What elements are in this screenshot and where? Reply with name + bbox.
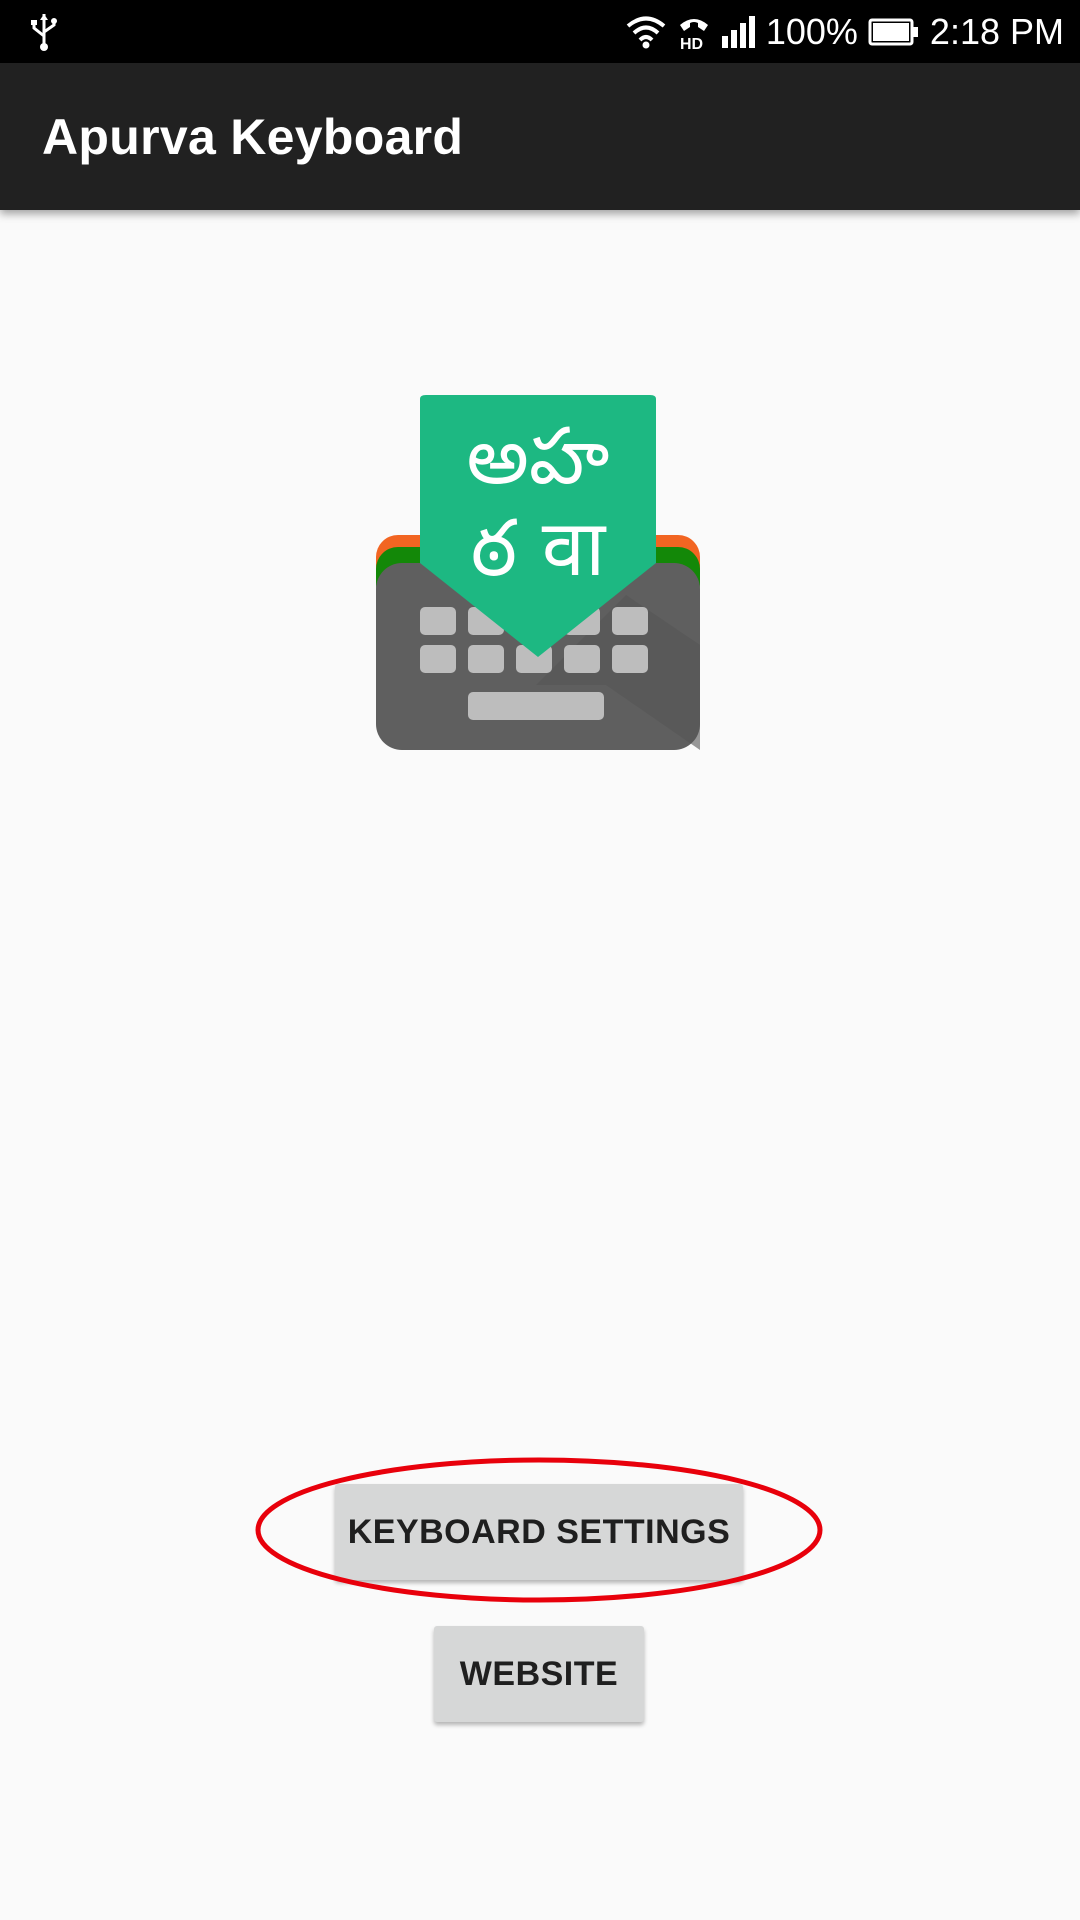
app-title: Apurva Keyboard xyxy=(42,109,464,165)
logo-glyph-top: అహ xyxy=(467,412,610,502)
keyboard-settings-button[interactable]: KEYBOARD SETTINGS xyxy=(335,1484,743,1580)
clock: 2:18 PM xyxy=(929,10,1064,52)
wifi-icon xyxy=(626,16,666,48)
hd-call-icon: HD xyxy=(679,18,708,51)
apurva-keyboard-logo-icon: అహ ఠ वा xyxy=(376,395,700,750)
website-button[interactable]: WEBSITE xyxy=(434,1626,644,1722)
hd-label: HD xyxy=(680,36,703,51)
cell-signal-icon xyxy=(721,15,755,48)
battery-percent: 100% xyxy=(765,10,858,52)
status-bar: HD 100% 2:18 PM xyxy=(0,0,1080,63)
app-bar: Apurva Keyboard xyxy=(0,63,1080,210)
screen: HD 100% 2:18 PM Apurva Keyboard అహ ఠ वा … xyxy=(0,0,1080,1920)
logo-glyph-bottom: ఠ वा xyxy=(471,504,607,594)
status-right: HD 100% 2:18 PM xyxy=(626,0,1064,63)
usb-icon xyxy=(31,14,57,51)
battery-icon xyxy=(868,18,918,45)
